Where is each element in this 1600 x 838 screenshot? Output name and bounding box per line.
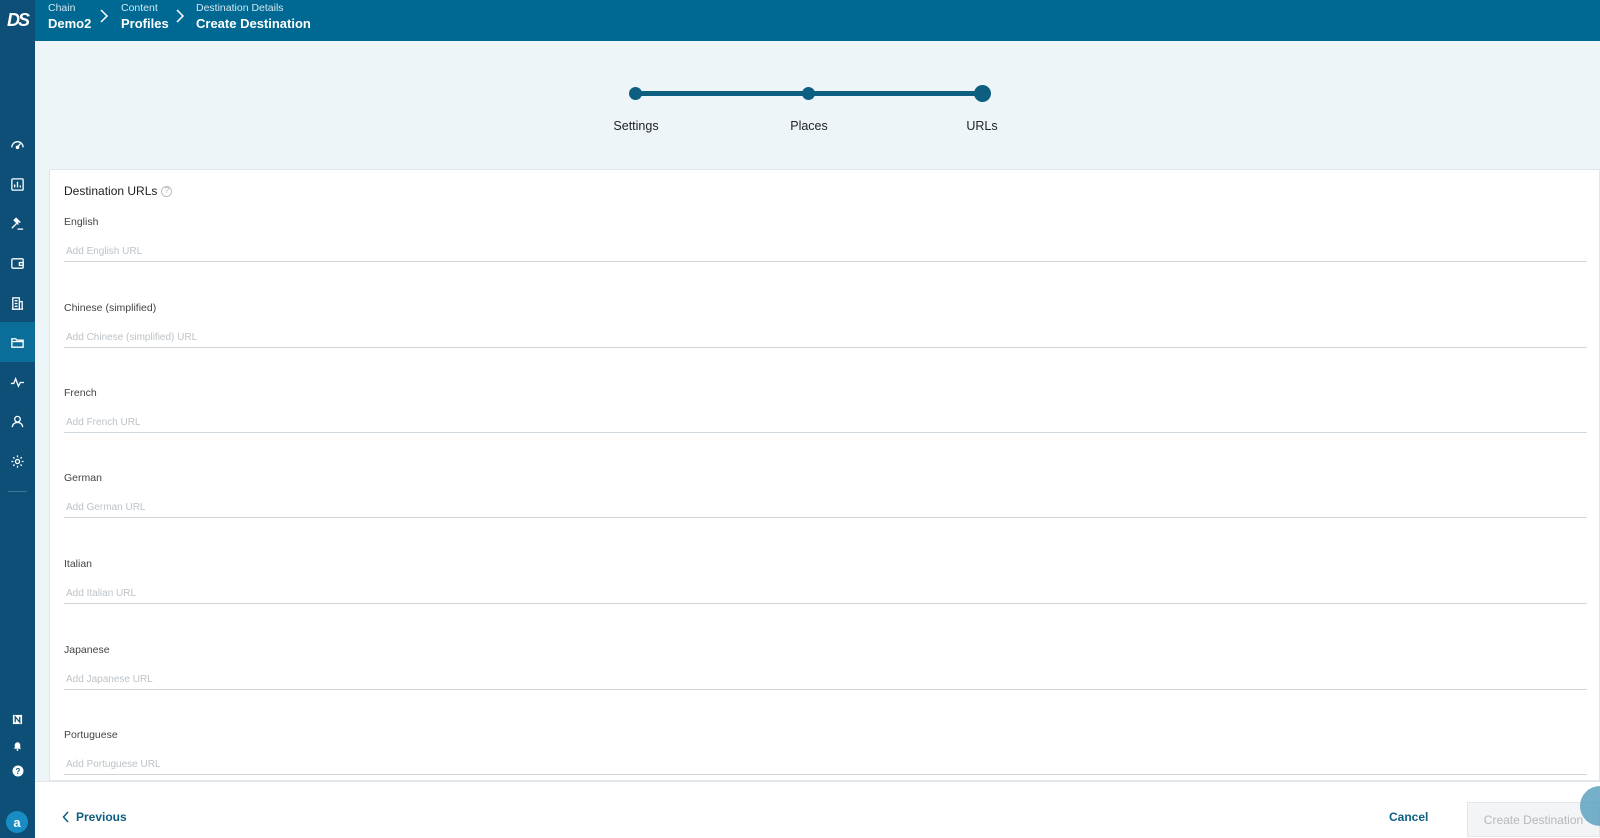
previous-button[interactable]: Previous xyxy=(62,810,127,824)
url-field-german: German xyxy=(64,472,1587,518)
chinese-url-input[interactable] xyxy=(64,328,1587,348)
svg-text:?: ? xyxy=(15,767,20,776)
avatar[interactable]: a xyxy=(6,811,28,833)
sidebar-item-content[interactable] xyxy=(0,322,35,362)
sidebar-item-properties[interactable] xyxy=(0,283,35,323)
gavel-icon xyxy=(11,216,24,230)
step-label-places[interactable]: Places xyxy=(790,119,828,133)
sidebar-item-notifications[interactable] xyxy=(0,735,35,755)
field-label: Chinese (simplified) xyxy=(64,302,157,314)
english-url-input[interactable] xyxy=(64,242,1587,262)
wallet-icon xyxy=(11,257,24,269)
step-label-settings[interactable]: Settings xyxy=(613,119,658,133)
field-label: French xyxy=(64,387,97,399)
url-field-japanese: Japanese xyxy=(64,644,1587,690)
destination-urls-card: Destination URLs ? English Chinese (simp… xyxy=(49,169,1600,781)
url-field-portuguese: Portuguese xyxy=(64,729,1587,775)
portuguese-url-input[interactable] xyxy=(64,755,1587,775)
help-icon: ? xyxy=(12,765,23,777)
field-label: Japanese xyxy=(64,644,110,656)
news-icon xyxy=(12,714,23,724)
sidebar-item-help[interactable]: ? xyxy=(0,761,35,781)
url-field-italian: Italian xyxy=(64,558,1587,604)
card-title: Destination URLs ? xyxy=(64,184,173,198)
url-field-english: English xyxy=(64,216,1587,262)
sidebar-item-rates[interactable] xyxy=(0,203,35,243)
french-url-input[interactable] xyxy=(64,413,1587,433)
sidebar-item-users[interactable] xyxy=(0,401,35,441)
url-field-chinese: Chinese (simplified) xyxy=(64,302,1587,348)
previous-button-label: Previous xyxy=(76,810,127,824)
wizard-stepper: Settings Places URLs xyxy=(0,0,1600,170)
step-dot-settings[interactable] xyxy=(629,87,642,100)
sidebar-item-news[interactable] xyxy=(0,709,35,729)
folder-icon xyxy=(11,337,24,348)
analytics-chart-icon xyxy=(11,177,24,191)
field-label: German xyxy=(64,472,102,484)
user-icon xyxy=(11,415,24,427)
japanese-url-input[interactable] xyxy=(64,670,1587,690)
url-field-french: French xyxy=(64,387,1587,433)
sidebar-item-wallet[interactable] xyxy=(0,243,35,283)
footer-actions: Previous Cancel Create Destination xyxy=(35,781,1600,838)
step-label-urls[interactable]: URLs xyxy=(966,119,997,133)
field-label: Italian xyxy=(64,558,93,570)
bell-icon xyxy=(13,741,22,751)
settings-gear-icon xyxy=(11,454,24,468)
field-label: English xyxy=(64,216,99,228)
field-label: Portuguese xyxy=(64,729,118,741)
step-dot-urls[interactable] xyxy=(974,85,991,102)
chevron-left-icon xyxy=(62,811,69,823)
step-dot-places[interactable] xyxy=(802,87,815,100)
cancel-button[interactable]: Cancel xyxy=(1389,810,1428,824)
card-title-text: Destination URLs xyxy=(64,184,158,198)
building-icon xyxy=(11,296,24,310)
help-circle-icon[interactable]: ? xyxy=(161,185,173,197)
german-url-input[interactable] xyxy=(64,498,1587,518)
sidebar-item-settings[interactable] xyxy=(0,441,35,481)
sidebar-item-analytics[interactable] xyxy=(0,164,35,204)
sidebar-item-activity[interactable] xyxy=(0,362,35,402)
sidebar-divider xyxy=(8,491,27,492)
pulse-activity-icon xyxy=(10,376,25,388)
italian-url-input[interactable] xyxy=(64,584,1587,604)
